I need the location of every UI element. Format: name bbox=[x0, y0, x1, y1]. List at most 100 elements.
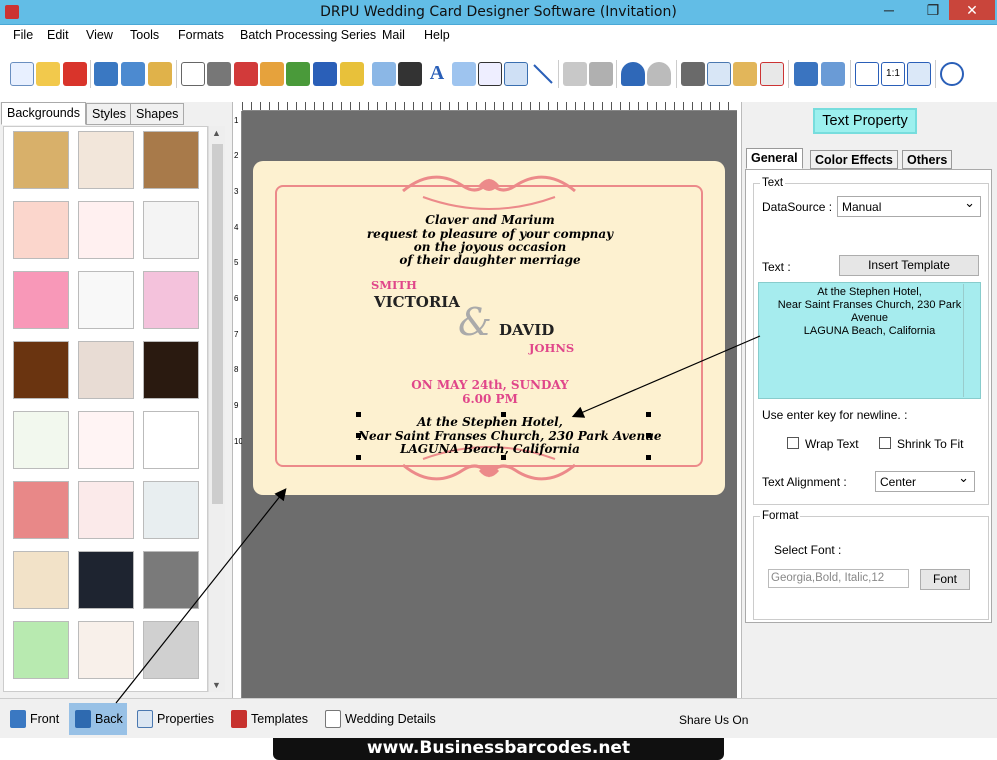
selection-handle[interactable] bbox=[501, 412, 506, 417]
send-back-icon[interactable] bbox=[821, 62, 845, 86]
font-field[interactable]: Georgia,Bold, Italic,12 bbox=[768, 569, 909, 588]
line-icon[interactable] bbox=[531, 62, 555, 86]
database-list-icon[interactable] bbox=[589, 62, 613, 86]
minimize-button[interactable]: ─ bbox=[873, 0, 905, 20]
groom-surname[interactable]: JOHNS bbox=[529, 341, 574, 355]
text-alignment-select[interactable]: Center bbox=[875, 470, 975, 492]
groom-name[interactable]: DAVID bbox=[499, 321, 554, 339]
venue-line-2[interactable]: Near Saint Franses Church, 230 Park Aven… bbox=[358, 429, 662, 443]
background-thumbnail[interactable] bbox=[13, 201, 69, 259]
background-thumbnail[interactable] bbox=[78, 621, 134, 679]
background-thumbnail[interactable] bbox=[143, 201, 199, 259]
background-thumbnail[interactable] bbox=[78, 551, 134, 609]
print-icon[interactable] bbox=[207, 62, 231, 86]
scrollbar-thumb[interactable] bbox=[212, 144, 223, 504]
menu-formats[interactable]: Formats bbox=[178, 28, 224, 42]
tab-general[interactable]: General bbox=[746, 148, 803, 169]
pen-icon[interactable] bbox=[313, 62, 337, 86]
tab-styles[interactable]: Styles bbox=[86, 103, 133, 125]
background-thumbnail[interactable] bbox=[143, 481, 199, 539]
card-request-text[interactable]: request to pleasure of your compnay bbox=[360, 227, 620, 241]
selection-handle[interactable] bbox=[356, 433, 361, 438]
font-button[interactable]: Font bbox=[920, 569, 970, 590]
tab-front[interactable]: Front bbox=[4, 703, 68, 735]
tab-shapes[interactable]: Shapes bbox=[130, 103, 185, 125]
share-us-on[interactable]: Share Us On bbox=[679, 713, 748, 727]
menu-tools[interactable]: Tools bbox=[130, 28, 159, 42]
wedding-time[interactable]: 6.00 PM bbox=[420, 392, 560, 406]
menu-edit[interactable]: Edit bbox=[47, 28, 69, 42]
background-thumbnail[interactable] bbox=[13, 271, 69, 329]
background-thumbnail[interactable] bbox=[13, 481, 69, 539]
zoom-icon[interactable] bbox=[940, 62, 964, 86]
tab-back[interactable]: Back bbox=[69, 703, 127, 735]
copy-icon[interactable] bbox=[707, 62, 731, 86]
scroll-down-icon[interactable]: ▼ bbox=[212, 680, 221, 690]
menu-batch-processing[interactable]: Batch Processing Series bbox=[240, 28, 376, 42]
image-icon[interactable] bbox=[286, 62, 310, 86]
background-thumbnail[interactable] bbox=[78, 411, 134, 469]
background-thumbnail[interactable] bbox=[13, 621, 69, 679]
cut-icon[interactable] bbox=[681, 62, 705, 86]
close-file-icon[interactable] bbox=[63, 62, 87, 86]
fit-window-icon[interactable] bbox=[907, 62, 931, 86]
grid-icon[interactable] bbox=[855, 62, 879, 86]
actual-size-icon[interactable]: 1:1 bbox=[881, 62, 905, 86]
selection-handle[interactable] bbox=[646, 455, 651, 460]
card-occasion-text[interactable]: on the joyous occasion bbox=[380, 240, 600, 254]
tab-wedding-details[interactable]: Wedding Details bbox=[319, 703, 439, 735]
shrink-to-fit-checkbox[interactable] bbox=[879, 437, 891, 449]
background-thumbnail[interactable] bbox=[143, 131, 199, 189]
background-thumbnail[interactable] bbox=[143, 341, 199, 399]
print-preview-icon[interactable] bbox=[181, 62, 205, 86]
bride-name[interactable]: VICTORIA bbox=[374, 293, 460, 311]
background-thumbnail[interactable] bbox=[143, 411, 199, 469]
menu-file[interactable]: File bbox=[13, 28, 33, 42]
selection-handle[interactable] bbox=[646, 433, 651, 438]
open-icon[interactable] bbox=[36, 62, 60, 86]
wrap-text-checkbox[interactable] bbox=[787, 437, 799, 449]
restore-button[interactable]: ❐ bbox=[917, 0, 949, 20]
selection-handle[interactable] bbox=[501, 455, 506, 460]
selection-handle[interactable] bbox=[356, 455, 361, 460]
background-thumbnail[interactable] bbox=[78, 341, 134, 399]
background-thumbnail[interactable] bbox=[78, 481, 134, 539]
menu-help[interactable]: Help bbox=[424, 28, 450, 42]
background-thumbnail[interactable] bbox=[143, 551, 199, 609]
card-daughter-text[interactable]: of their daughter merriage bbox=[380, 253, 600, 267]
venue-line-3[interactable]: LAGUNA Beach, California bbox=[390, 442, 590, 456]
database-icon[interactable] bbox=[563, 62, 587, 86]
text-icon[interactable]: A bbox=[425, 62, 449, 86]
redo-icon[interactable] bbox=[647, 62, 671, 86]
bring-front-icon[interactable] bbox=[794, 62, 818, 86]
paste-icon[interactable] bbox=[733, 62, 757, 86]
text-box-icon[interactable] bbox=[452, 62, 476, 86]
background-thumbnail[interactable] bbox=[143, 271, 199, 329]
selection-handle[interactable] bbox=[356, 412, 361, 417]
insert-template-button[interactable]: Insert Template bbox=[839, 255, 979, 276]
tab-color-effects[interactable]: Color Effects bbox=[810, 150, 898, 169]
barcode-icon[interactable] bbox=[398, 62, 422, 86]
ampersand[interactable]: & bbox=[458, 300, 492, 344]
copy-design-icon[interactable] bbox=[234, 62, 258, 86]
textarea-scrollbar[interactable] bbox=[963, 284, 979, 397]
delete-icon[interactable] bbox=[760, 62, 784, 86]
menu-mail[interactable]: Mail bbox=[382, 28, 405, 42]
tab-others[interactable]: Others bbox=[902, 150, 953, 169]
close-button[interactable]: ✕ bbox=[949, 0, 995, 20]
save-icon[interactable] bbox=[94, 62, 118, 86]
background-thumbnail[interactable] bbox=[78, 131, 134, 189]
menu-view[interactable]: View bbox=[86, 28, 113, 42]
watermark-icon[interactable] bbox=[372, 62, 396, 86]
card-hosts-text[interactable]: Claver and Marium bbox=[380, 213, 600, 227]
text-content-input[interactable]: At the Stephen Hotel, Near Saint Franses… bbox=[758, 282, 981, 399]
background-thumbnail[interactable] bbox=[78, 201, 134, 259]
bride-surname[interactable]: SMITH bbox=[371, 278, 417, 292]
save-as-icon[interactable] bbox=[121, 62, 145, 86]
undo-icon[interactable] bbox=[621, 62, 645, 86]
signature-icon[interactable] bbox=[478, 62, 502, 86]
new-icon[interactable] bbox=[10, 62, 34, 86]
background-thumbnail[interactable] bbox=[13, 411, 69, 469]
tab-backgrounds[interactable]: Backgrounds bbox=[1, 102, 86, 125]
gallery-scrollbar[interactable]: ▲ ▼ bbox=[208, 126, 225, 692]
